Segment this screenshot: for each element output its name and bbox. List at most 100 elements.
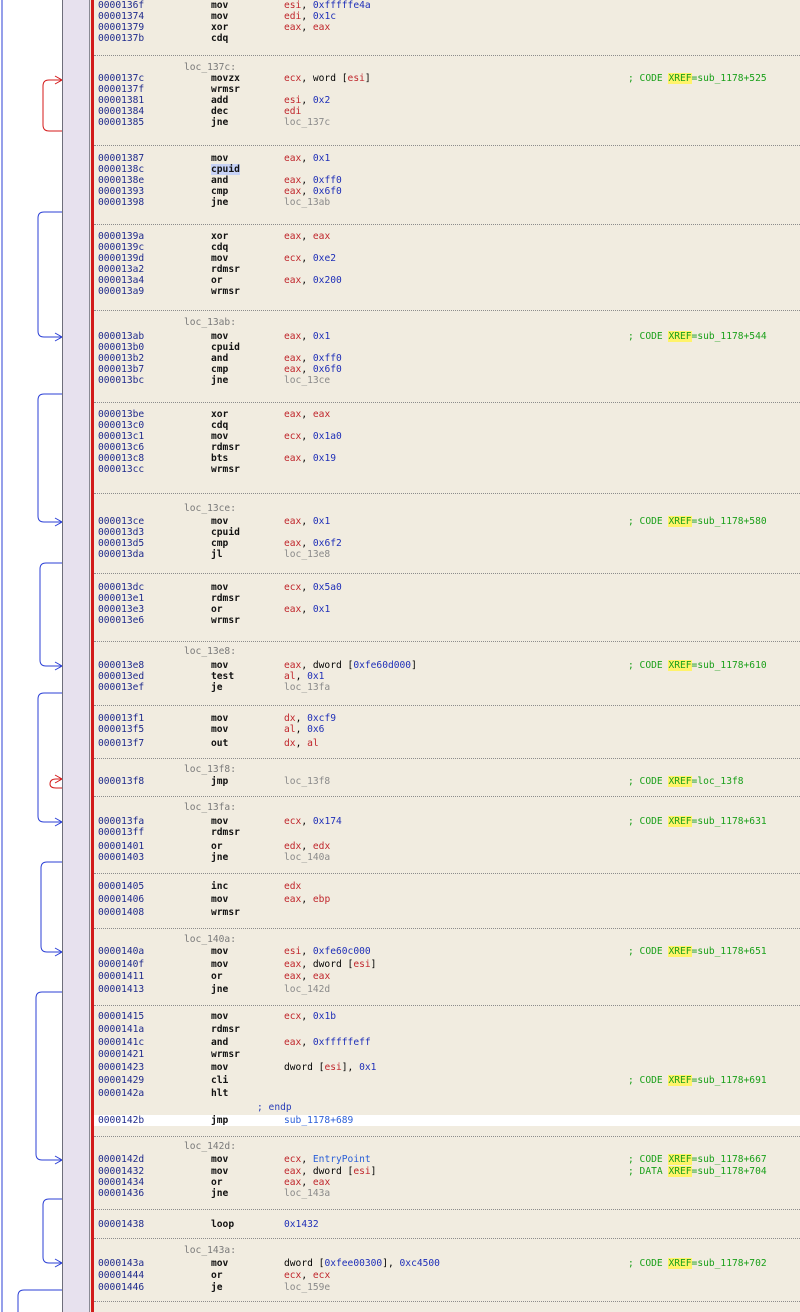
loop-arrow[interactable] [42, 75, 62, 132]
instruction-address[interactable]: 00001446 [98, 1282, 144, 1293]
instruction-mnemonic[interactable]: hlt [211, 1088, 228, 1099]
instruction-mnemonic[interactable]: cdq [211, 242, 228, 253]
instruction-address[interactable]: 0000139c [98, 242, 144, 253]
instruction-row[interactable]: 000013c8 bts eax, 0x19 [94, 453, 800, 464]
instruction-row[interactable]: 00001411 or eax, eax [94, 971, 800, 982]
instruction-mnemonic[interactable]: jne [211, 1188, 228, 1199]
instruction-address[interactable]: 000013c8 [98, 453, 144, 464]
instruction-row[interactable]: 000013c1 mov ecx, 0x1a0 [94, 431, 800, 442]
instruction-mnemonic[interactable]: mov [211, 816, 228, 827]
operand-ref[interactable]: loc_13ce [284, 375, 330, 386]
instruction-address[interactable]: 00001381 [98, 95, 144, 106]
instruction-address[interactable]: 000013a9 [98, 286, 144, 297]
instruction-address[interactable]: 0000142b [98, 1115, 144, 1126]
instruction-row[interactable]: 000013e6 wrmsr [94, 615, 800, 626]
instruction-row[interactable]: 0000137f wrmsr [94, 84, 800, 95]
xref-keyword[interactable]: XREF [668, 516, 692, 527]
instruction-row[interactable]: 000013ff rdmsr [94, 827, 800, 838]
instruction-address[interactable]: 00001387 [98, 153, 144, 164]
xref-comment[interactable]: ; CODE XREF=sub_1178+691 [628, 1075, 767, 1086]
instruction-mnemonic[interactable]: jl [211, 549, 223, 560]
instruction-mnemonic[interactable]: mov [211, 1258, 228, 1269]
instruction-row[interactable]: 000013ce mov eax, 0x1 ; CODE XREF=sub_1178+… [94, 516, 800, 527]
instruction-operands[interactable]: dword [esi], 0x1 [284, 1062, 376, 1073]
instruction-address[interactable]: 0000140a [98, 946, 144, 957]
instruction-mnemonic[interactable]: jne [211, 852, 228, 863]
instruction-row[interactable]: 0000139a xor eax, eax [94, 231, 800, 242]
instruction-row[interactable]: 000013f7 out dx, al [94, 738, 800, 749]
instruction-row[interactable]: 000013a4 or eax, 0x200 [94, 275, 800, 286]
instruction-address[interactable]: 000013e3 [98, 604, 144, 615]
instruction-mnemonic[interactable]: or [211, 1177, 223, 1188]
instruction-operands[interactable]: eax, 0x1 [284, 153, 330, 164]
instruction-address[interactable]: 000013e6 [98, 615, 144, 626]
instruction-mnemonic[interactable]: mov [211, 660, 228, 671]
instruction-mnemonic[interactable]: mov [211, 253, 228, 264]
code-label[interactable]: loc_140a: [94, 934, 800, 945]
instruction-row[interactable]: 0000141c and eax, 0xfffffeff [94, 1037, 800, 1048]
operand-sym[interactable]: sub_1178+689 [284, 1115, 353, 1126]
instruction-address[interactable]: 00001406 [98, 894, 144, 905]
instruction-operands[interactable]: ecx, 0x174 [284, 816, 342, 827]
instruction-address[interactable]: 00001405 [98, 881, 144, 892]
instruction-address[interactable]: 0000141a [98, 1024, 144, 1035]
instruction-address[interactable]: 0000142d [98, 1154, 144, 1165]
instruction-mnemonic[interactable]: rdmsr [211, 827, 240, 838]
instruction-operands[interactable]: dx, al [284, 738, 319, 749]
instruction-mnemonic[interactable]: cdq [211, 420, 228, 431]
instruction-mnemonic[interactable]: mov [211, 0, 228, 11]
xref-comment[interactable]: ; CODE XREF=sub_1178+580 [628, 516, 767, 527]
instruction-mnemonic[interactable]: mov [211, 946, 228, 957]
instruction-operands[interactable]: eax, 0x6f0 [284, 364, 342, 375]
branch-arrow[interactable] [37, 211, 62, 342]
instruction-operands[interactable]: eax, eax [284, 1177, 330, 1188]
instruction-row[interactable]: 000013b7 cmp eax, 0x6f0 [94, 364, 800, 375]
instruction-address[interactable]: 000013fa [98, 816, 144, 827]
instruction-operands[interactable]: loc_143a [284, 1188, 330, 1199]
instruction-address[interactable]: 00001436 [98, 1188, 144, 1199]
instruction-operands[interactable]: loc_142d [284, 984, 330, 995]
instruction-address[interactable]: 0000137f [98, 84, 144, 95]
instruction-operands[interactable]: edx [284, 881, 301, 892]
instruction-operands[interactable]: loc_13ce [284, 375, 330, 386]
xref-keyword[interactable]: XREF [668, 946, 692, 957]
instruction-address[interactable]: 00001432 [98, 1166, 144, 1177]
instruction-address[interactable]: 0000143a [98, 1258, 144, 1269]
instruction-row[interactable]: 0000138e and eax, 0xff0 [94, 175, 800, 186]
instruction-row[interactable]: 00001415 mov ecx, 0x1b [94, 1011, 800, 1022]
xref-keyword[interactable]: XREF [668, 776, 692, 787]
xref-keyword[interactable]: XREF [668, 331, 692, 342]
instruction-mnemonic[interactable]: movzx [211, 73, 240, 84]
instruction-address[interactable]: 00001423 [98, 1062, 144, 1073]
instruction-row[interactable]: 0000142d mov ecx, EntryPoint ; CODE XREF=su… [94, 1154, 800, 1165]
xref-comment[interactable]: ; DATA XREF=sub_1178+704 [628, 1166, 767, 1177]
loop-arrow[interactable] [49, 774, 62, 789]
instruction-mnemonic[interactable]: mov [211, 1166, 228, 1177]
instruction-address[interactable]: 00001438 [98, 1219, 144, 1230]
instruction-row[interactable]: 00001444 or ecx, ecx [94, 1270, 800, 1281]
instruction-address[interactable]: 0000141c [98, 1037, 144, 1048]
instruction-mnemonic[interactable]: mov [211, 713, 228, 724]
instruction-row[interactable]: 00001408 wrmsr [94, 907, 800, 918]
xref-keyword[interactable]: XREF [668, 816, 692, 827]
instruction-operands[interactable]: edi, 0x1c [284, 11, 336, 22]
instruction-address[interactable]: 00001401 [98, 841, 144, 852]
instruction-address[interactable]: 000013f8 [98, 776, 144, 787]
instruction-address[interactable]: 000013d5 [98, 538, 144, 549]
instruction-mnemonic[interactable]: mov [211, 516, 228, 527]
instruction-address[interactable]: 00001384 [98, 106, 144, 117]
instruction-row[interactable]: 00001403 jne loc_140a [94, 852, 800, 863]
operand-ref[interactable]: loc_140a [284, 852, 330, 863]
instruction-address[interactable]: 000013bc [98, 375, 144, 386]
instruction-mnemonic[interactable]: test [211, 671, 234, 682]
instruction-row[interactable]: 00001401 or edx, edx [94, 841, 800, 852]
instruction-mnemonic[interactable]: mov [211, 153, 228, 164]
instruction-address[interactable]: 000013b0 [98, 342, 144, 353]
instruction-row[interactable]: 000013f1 mov dx, 0xcf9 [94, 713, 800, 724]
instruction-address[interactable]: 000013e8 [98, 660, 144, 671]
instruction-row[interactable]: 0000140f mov eax, dword [esi] [94, 959, 800, 970]
instruction-mnemonic[interactable]: wrmsr [211, 464, 240, 475]
instruction-address[interactable]: 00001398 [98, 197, 144, 208]
instruction-mnemonic[interactable]: and [211, 1037, 228, 1048]
instruction-mnemonic[interactable]: mov [211, 431, 228, 442]
